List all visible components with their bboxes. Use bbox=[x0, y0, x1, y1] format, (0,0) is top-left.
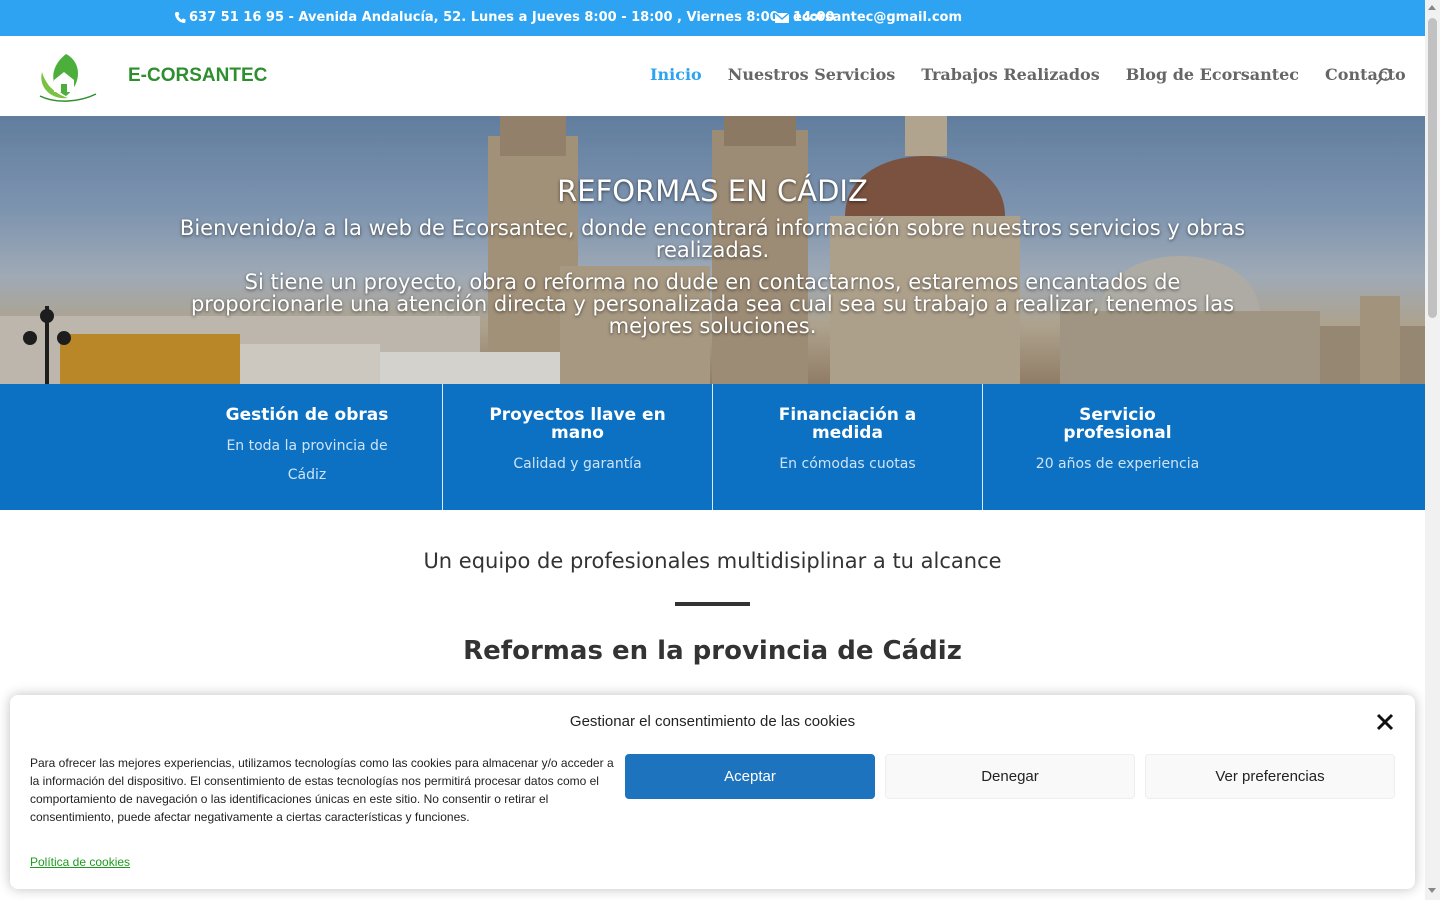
section-title: Reformas en la provincia de Cádiz bbox=[463, 636, 962, 666]
hero-intro: Bienvenido/a a la web de Ecorsantec, don… bbox=[179, 216, 1246, 262]
feature-servicio-profesional: Servicio profesional 20 años de experien… bbox=[982, 384, 1252, 510]
cookie-policy-link[interactable]: Política de cookies bbox=[30, 855, 130, 869]
feature-title: Gestión de obras bbox=[225, 405, 389, 425]
cookie-dialog-title: Gestionar el consentimiento de las cooki… bbox=[569, 713, 856, 730]
deny-cookies-button[interactable]: Denegar bbox=[885, 754, 1135, 799]
cookie-dialog-text: Para ofrecer las mejores experiencias, u… bbox=[30, 756, 614, 824]
cookie-consent-dialog: Gestionar el consentimiento de las cooki… bbox=[10, 695, 1415, 889]
contact-email[interactable]: ecorsantec@gmail.com bbox=[775, 10, 962, 25]
close-icon[interactable] bbox=[1375, 712, 1395, 732]
phone-icon bbox=[175, 12, 186, 23]
nav-item-blog[interactable]: Blog de Ecorsantec bbox=[1126, 65, 1299, 84]
page-scrollbar[interactable] bbox=[1425, 0, 1440, 900]
site-header: E-CORSANTEC Inicio Nuestros Servicios Tr… bbox=[0, 36, 1425, 116]
nav-item-servicios[interactable]: Nuestros Servicios bbox=[728, 65, 896, 84]
contact-phone[interactable]: 637 51 16 95 - Avenida Andalucía, 52. Lu… bbox=[174, 10, 835, 25]
main-nav: Inicio Nuestros Servicios Trabajos Reali… bbox=[650, 65, 1406, 84]
contact-email-text: ecorsantec@gmail.com bbox=[793, 10, 963, 25]
leaf-house-icon[interactable] bbox=[36, 50, 98, 102]
divider bbox=[675, 602, 750, 606]
feature-text: En cómodas cuotas bbox=[779, 456, 916, 472]
search-icon[interactable] bbox=[1374, 67, 1394, 87]
page: 637 51 16 95 - Avenida Andalucía, 52. Lu… bbox=[0, 0, 1425, 900]
feature-title: Servicio profesional bbox=[1063, 405, 1172, 443]
brand-name[interactable]: E-CORSANTEC bbox=[128, 65, 267, 87]
features-band: Gestión de obras En toda la provincia de… bbox=[0, 384, 1425, 510]
scroll-down-arrow[interactable] bbox=[1428, 888, 1436, 893]
view-preferences-button[interactable]: Ver preferencias bbox=[1145, 754, 1395, 799]
tagline: Un equipo de profesionales multidisiplin… bbox=[423, 549, 1002, 573]
envelope-icon bbox=[775, 12, 789, 23]
feature-gestion-obras: Gestión de obras En toda la provincia de… bbox=[172, 384, 442, 510]
feature-text: Calidad y garantía bbox=[513, 456, 642, 472]
feature-llave-en-mano: Proyectos llave en mano Calidad y garant… bbox=[442, 384, 712, 510]
hero-description: Si tiene un proyecto, obra o reforma no … bbox=[190, 270, 1235, 338]
contact-phone-text: 637 51 16 95 - Avenida Andalucía, 52. Lu… bbox=[189, 10, 835, 25]
feature-title: Proyectos llave en mano bbox=[489, 405, 666, 443]
scroll-up-arrow[interactable] bbox=[1428, 5, 1436, 10]
feature-financiacion: Financiación a medida En cómodas cuotas bbox=[712, 384, 982, 510]
top-bar: 637 51 16 95 - Avenida Andalucía, 52. Lu… bbox=[0, 0, 1425, 36]
scrollbar-thumb[interactable] bbox=[1428, 18, 1437, 318]
feature-text: 20 años de experiencia bbox=[1035, 456, 1200, 472]
feature-title: Financiación a medida bbox=[778, 405, 917, 443]
hero-title: REFORMAS EN CÁDIZ bbox=[557, 174, 868, 208]
nav-item-trabajos[interactable]: Trabajos Realizados bbox=[921, 65, 1099, 84]
feature-text: En toda la provincia de Cádiz bbox=[226, 438, 388, 483]
accept-cookies-button[interactable]: Aceptar bbox=[625, 754, 875, 799]
hero-banner: REFORMAS EN CÁDIZ Bienvenido/a a la web … bbox=[0, 116, 1425, 384]
nav-item-inicio[interactable]: Inicio bbox=[650, 65, 702, 84]
